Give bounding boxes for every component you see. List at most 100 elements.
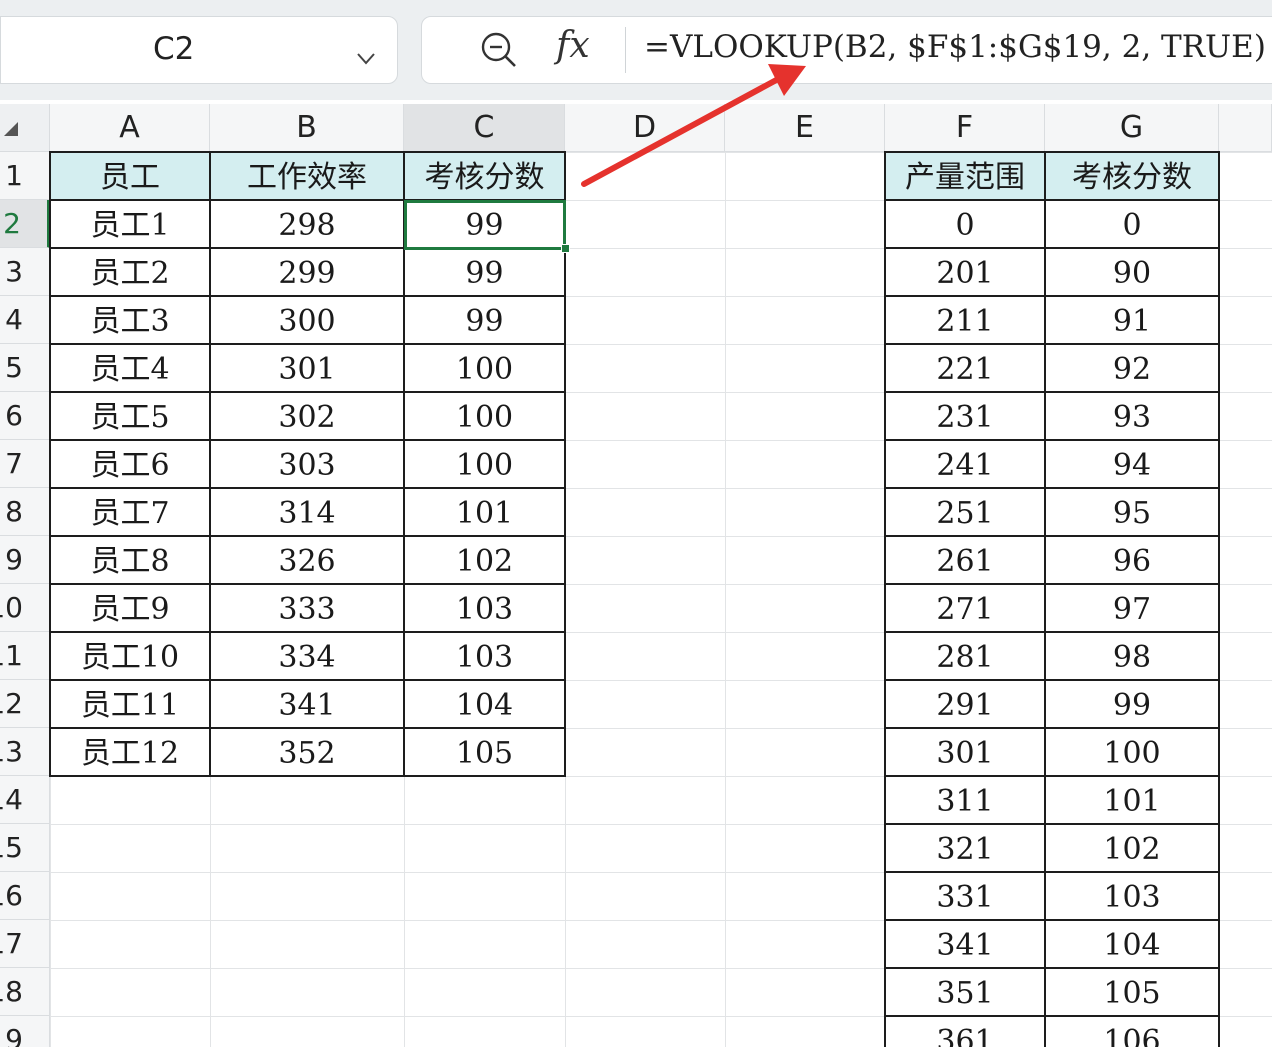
lookup-header-cell[interactable]: 考核分数 xyxy=(1044,151,1220,201)
lookup-cell[interactable]: 341 xyxy=(884,919,1046,969)
lookup-cell[interactable]: 101 xyxy=(1044,775,1220,825)
lookup-cell[interactable]: 281 xyxy=(884,631,1046,681)
lookup-cell[interactable]: 0 xyxy=(1044,199,1220,249)
table-cell[interactable]: 员工4 xyxy=(49,343,211,393)
row-header[interactable]: 1 xyxy=(0,152,50,200)
lookup-cell[interactable]: 102 xyxy=(1044,823,1220,873)
table-cell[interactable]: 员工7 xyxy=(49,487,211,537)
row-header[interactable]: 11 xyxy=(0,632,50,680)
lookup-cell[interactable]: 98 xyxy=(1044,631,1220,681)
chevron-down-icon[interactable] xyxy=(357,53,375,65)
table-cell[interactable]: 99 xyxy=(403,247,566,297)
table-cell[interactable]: 300 xyxy=(209,295,405,345)
column-header-overflow[interactable] xyxy=(1219,104,1272,152)
table-cell[interactable]: 员工11 xyxy=(49,679,211,729)
table-cell[interactable]: 100 xyxy=(403,391,566,441)
lookup-cell[interactable]: 361 xyxy=(884,1015,1046,1047)
formula-input[interactable]: =VLOOKUP(B2, $F$1:$G$19, 2, TRUE) xyxy=(644,29,1266,65)
select-all-corner[interactable] xyxy=(0,104,50,152)
column-header-f[interactable]: F xyxy=(885,104,1045,152)
lookup-cell[interactable]: 321 xyxy=(884,823,1046,873)
table-cell[interactable]: 员工8 xyxy=(49,535,211,585)
table-header-cell[interactable]: 考核分数 xyxy=(403,151,566,201)
row-header[interactable]: 17 xyxy=(0,920,50,968)
lookup-cell[interactable]: 351 xyxy=(884,967,1046,1017)
column-header-e[interactable]: E xyxy=(725,104,885,152)
lookup-cell[interactable]: 201 xyxy=(884,247,1046,297)
table-cell[interactable]: 员工9 xyxy=(49,583,211,633)
lookup-cell[interactable]: 104 xyxy=(1044,919,1220,969)
lookup-cell[interactable]: 92 xyxy=(1044,343,1220,393)
table-cell[interactable]: 303 xyxy=(209,439,405,489)
lookup-cell[interactable]: 106 xyxy=(1044,1015,1220,1047)
table-cell[interactable]: 员工1 xyxy=(49,199,211,249)
formula-bar[interactable]: fx =VLOOKUP(B2, $F$1:$G$19, 2, TRUE) xyxy=(421,16,1272,84)
row-header[interactable]: 13 xyxy=(0,728,50,776)
row-header[interactable]: 15 xyxy=(0,824,50,872)
row-header[interactable]: 6 xyxy=(0,392,50,440)
table-cell[interactable]: 298 xyxy=(209,199,405,249)
column-header-b[interactable]: B xyxy=(210,104,404,152)
lookup-cell[interactable]: 241 xyxy=(884,439,1046,489)
lookup-cell[interactable]: 94 xyxy=(1044,439,1220,489)
table-cell[interactable]: 员工3 xyxy=(49,295,211,345)
table-header-cell[interactable]: 员工 xyxy=(49,151,211,201)
table-cell[interactable]: 299 xyxy=(209,247,405,297)
row-header[interactable]: 4 xyxy=(0,296,50,344)
table-cell[interactable]: 352 xyxy=(209,727,405,777)
lookup-cell[interactable]: 103 xyxy=(1044,871,1220,921)
lookup-cell[interactable]: 99 xyxy=(1044,679,1220,729)
lookup-header-cell[interactable]: 产量范围 xyxy=(884,151,1046,201)
table-cell[interactable]: 员工6 xyxy=(49,439,211,489)
row-header[interactable]: 12 xyxy=(0,680,50,728)
table-cell[interactable]: 员工5 xyxy=(49,391,211,441)
lookup-cell[interactable]: 301 xyxy=(884,727,1046,777)
table-cell[interactable]: 301 xyxy=(209,343,405,393)
fill-handle[interactable] xyxy=(561,244,570,253)
lookup-cell[interactable]: 251 xyxy=(884,487,1046,537)
column-header-d[interactable]: D xyxy=(565,104,725,152)
lookup-cell[interactable]: 91 xyxy=(1044,295,1220,345)
table-cell[interactable]: 103 xyxy=(403,583,566,633)
table-cell[interactable]: 333 xyxy=(209,583,405,633)
table-cell[interactable]: 99 xyxy=(403,199,566,249)
table-cell[interactable]: 326 xyxy=(209,535,405,585)
lookup-cell[interactable]: 96 xyxy=(1044,535,1220,585)
table-cell[interactable]: 101 xyxy=(403,487,566,537)
row-header[interactable]: 14 xyxy=(0,776,50,824)
table-cell[interactable]: 99 xyxy=(403,295,566,345)
column-header-c[interactable]: C xyxy=(404,104,565,152)
column-header-g[interactable]: G xyxy=(1045,104,1219,152)
table-cell[interactable]: 302 xyxy=(209,391,405,441)
table-cell[interactable]: 334 xyxy=(209,631,405,681)
column-header-a[interactable]: A xyxy=(50,104,210,152)
table-cell[interactable]: 104 xyxy=(403,679,566,729)
row-header[interactable]: 7 xyxy=(0,440,50,488)
table-cell[interactable]: 314 xyxy=(209,487,405,537)
lookup-cell[interactable]: 331 xyxy=(884,871,1046,921)
table-cell[interactable]: 员工10 xyxy=(49,631,211,681)
row-header[interactable]: 5 xyxy=(0,344,50,392)
zoom-out-icon[interactable] xyxy=(480,31,518,69)
name-box[interactable]: C2 xyxy=(0,16,398,84)
lookup-cell[interactable]: 105 xyxy=(1044,967,1220,1017)
table-cell[interactable]: 102 xyxy=(403,535,566,585)
lookup-cell[interactable]: 261 xyxy=(884,535,1046,585)
lookup-cell[interactable]: 221 xyxy=(884,343,1046,393)
row-header[interactable]: 18 xyxy=(0,968,50,1016)
table-cell[interactable]: 员工12 xyxy=(49,727,211,777)
lookup-cell[interactable]: 97 xyxy=(1044,583,1220,633)
table-cell[interactable]: 100 xyxy=(403,439,566,489)
fx-icon[interactable]: fx xyxy=(556,25,590,66)
lookup-cell[interactable]: 0 xyxy=(884,199,1046,249)
row-header[interactable]: 19 xyxy=(0,1016,50,1047)
row-header[interactable]: 8 xyxy=(0,488,50,536)
row-header[interactable]: 3 xyxy=(0,248,50,296)
lookup-cell[interactable]: 95 xyxy=(1044,487,1220,537)
lookup-cell[interactable]: 211 xyxy=(884,295,1046,345)
lookup-cell[interactable]: 291 xyxy=(884,679,1046,729)
row-header[interactable]: 16 xyxy=(0,872,50,920)
table-cell[interactable]: 341 xyxy=(209,679,405,729)
lookup-cell[interactable]: 93 xyxy=(1044,391,1220,441)
table-cell[interactable]: 103 xyxy=(403,631,566,681)
